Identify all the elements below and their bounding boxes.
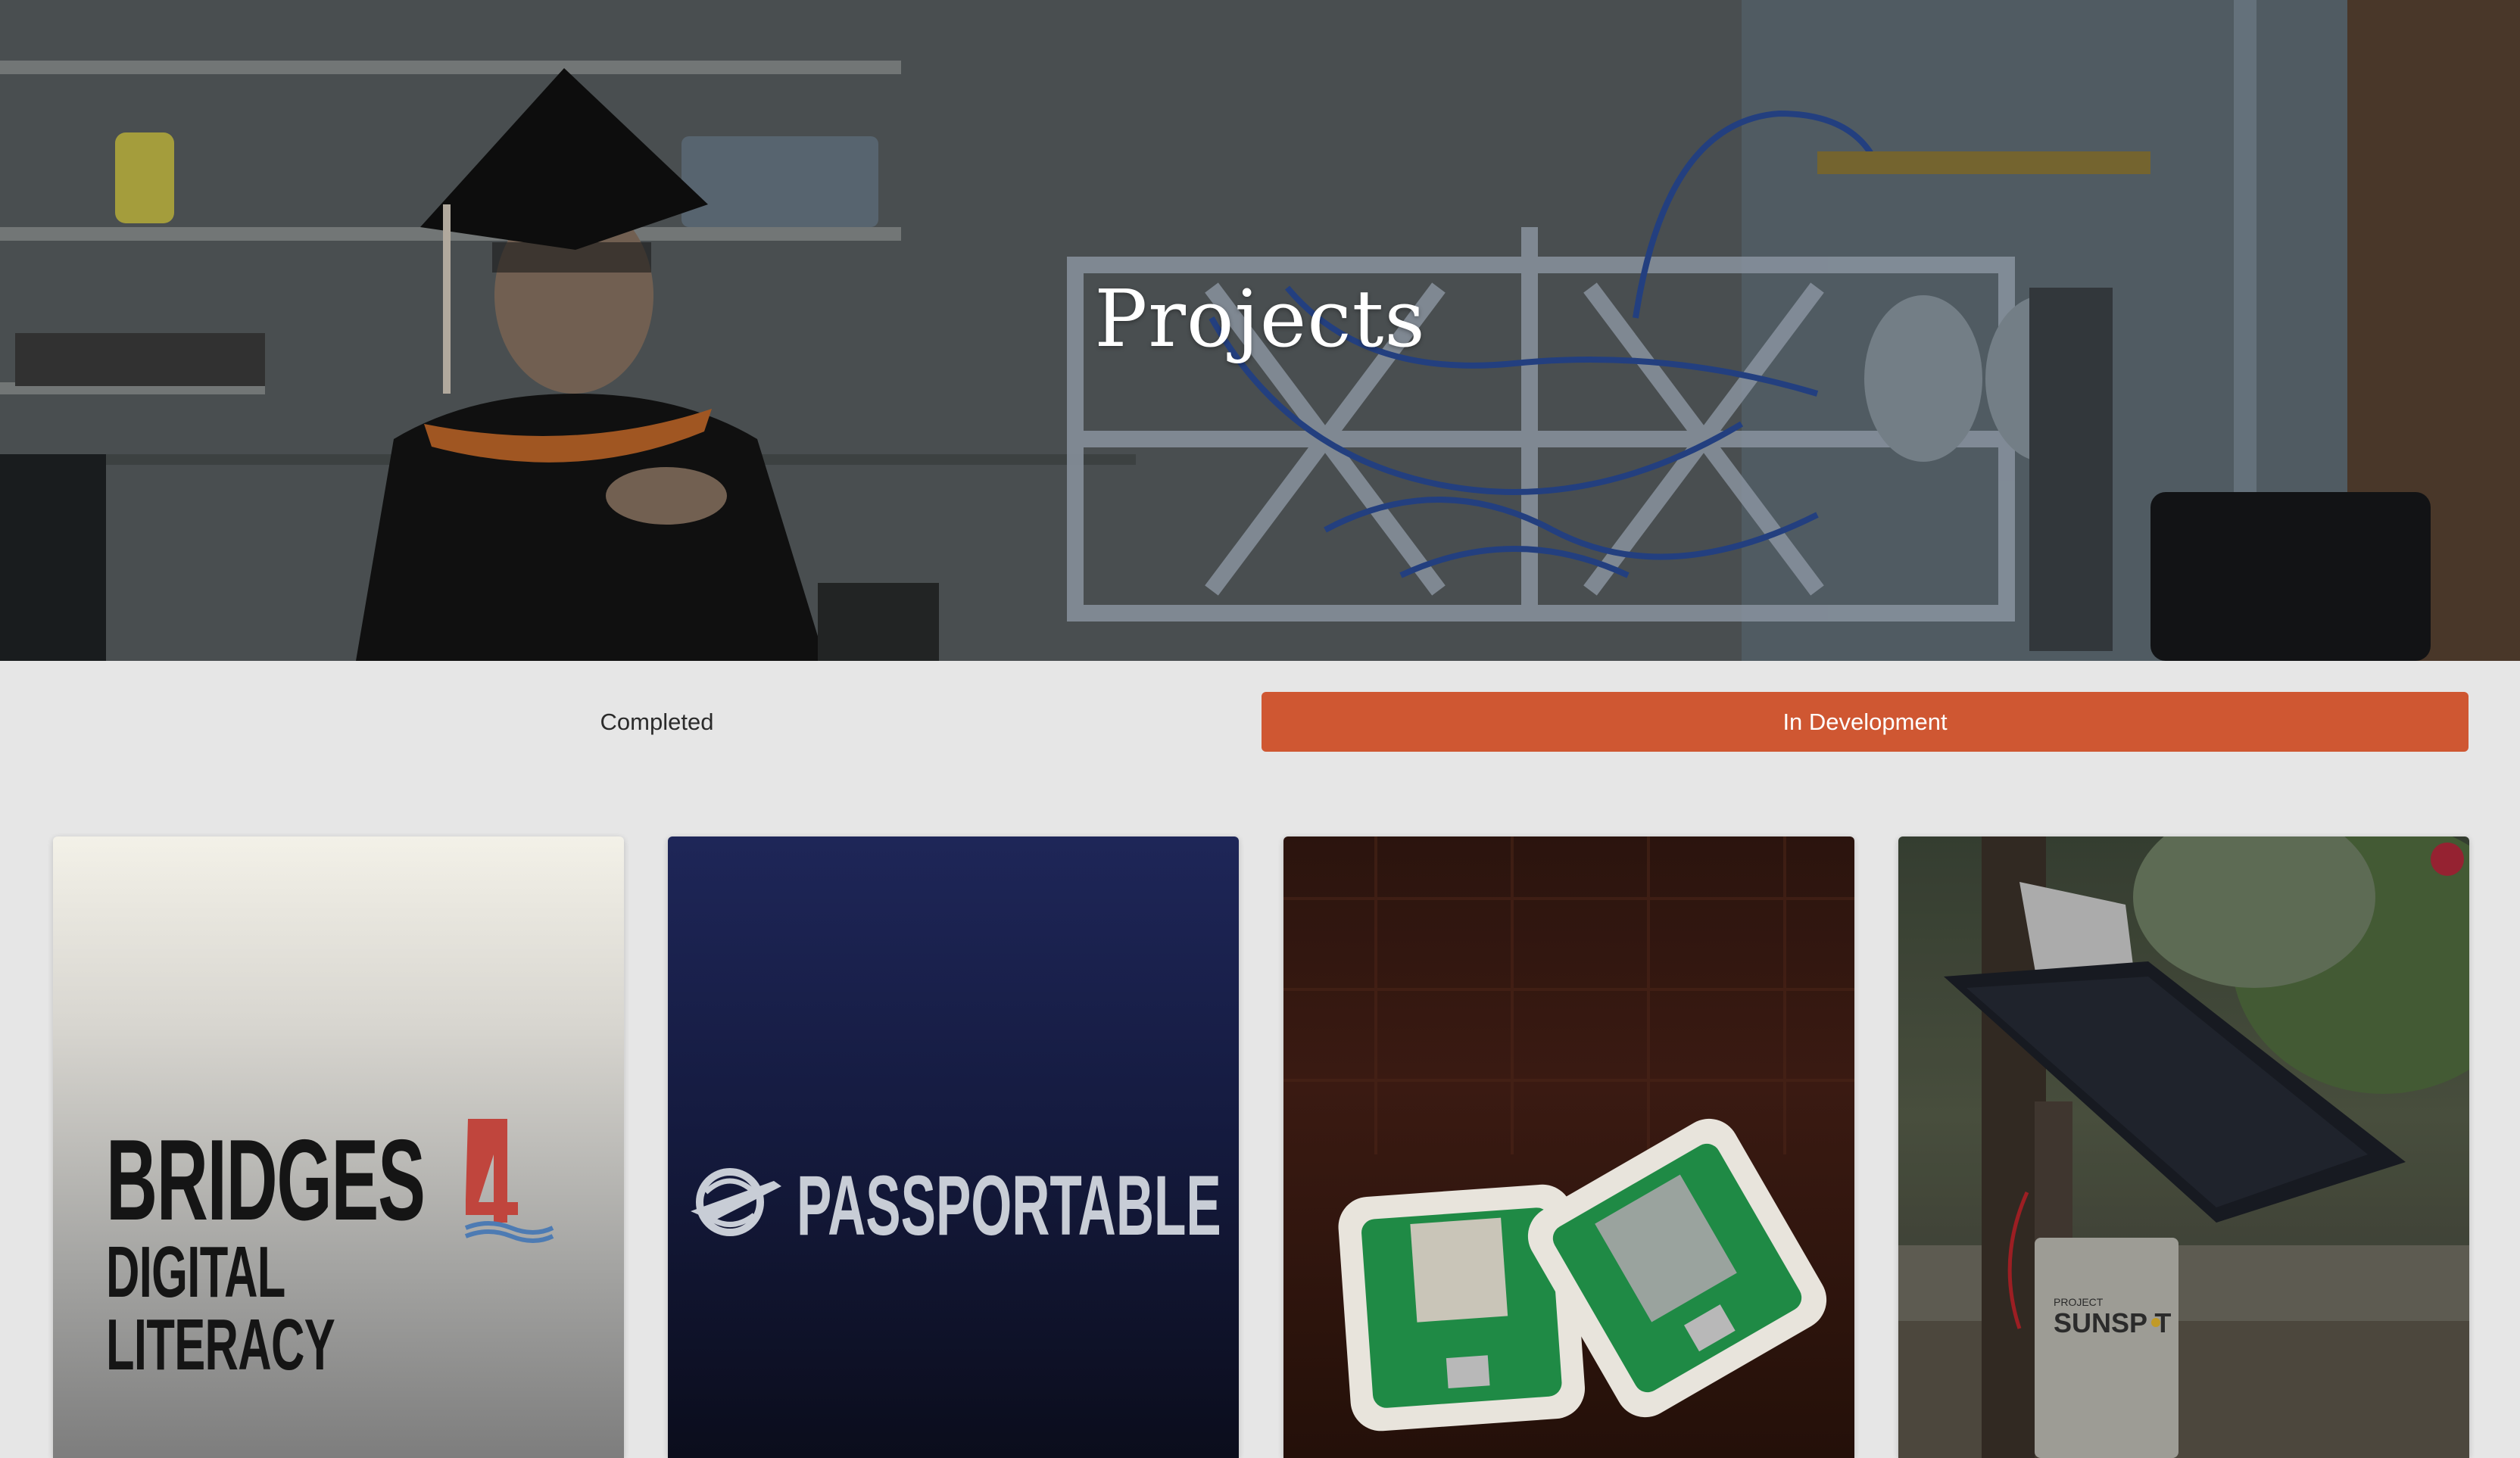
project-card-circuit-boards[interactable]: [1283, 836, 1854, 1458]
circuit-boards-photo: [1283, 836, 1854, 1432]
bridges-logo-line2: DIGITAL LITERACY: [106, 1232, 335, 1385]
page-title: Projects: [1094, 273, 1426, 365]
project-filter-tabs: Completed In Development: [53, 692, 2469, 752]
solar-panel-photo: PROJECT SUNSP T: [1898, 836, 2469, 1458]
project-card-sunspot[interactable]: PROJECT SUNSP T: [1898, 836, 2469, 1458]
hero-banner: Projects: [0, 0, 2520, 661]
bridges-logo-line1: BRIDGES: [106, 1116, 426, 1245]
tab-in-development[interactable]: In Development: [1262, 692, 2469, 752]
project-card-passportable[interactable]: PASSPORTABLE: [668, 836, 1239, 1458]
passportable-logo-text: PASSPORTABLE: [797, 1158, 1221, 1253]
globe-plane-icon: [691, 1168, 781, 1236]
tab-completed[interactable]: Completed: [53, 692, 1261, 752]
project-card-bridges-4-digital-literacy[interactable]: BRIDGES DIGITAL LITERACY: [53, 836, 624, 1458]
